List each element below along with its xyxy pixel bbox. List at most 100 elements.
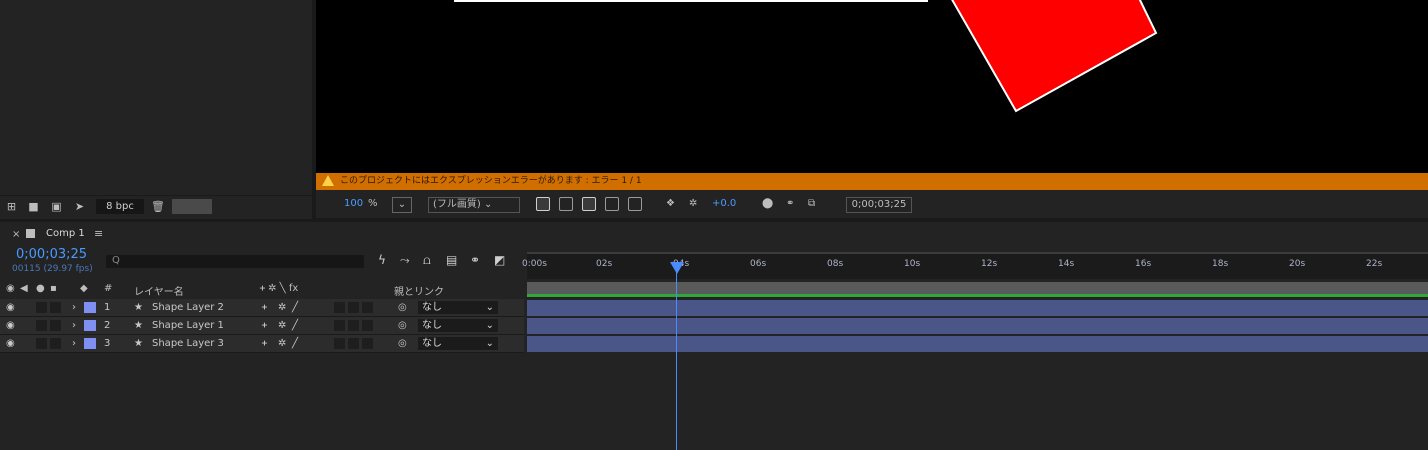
mask-visibility-icon[interactable] bbox=[582, 197, 596, 211]
comp-tab[interactable]: × Comp 1 ≡ bbox=[0, 222, 130, 244]
motion-blur-icon[interactable]: ▤ bbox=[446, 253, 457, 267]
fast-preview-icon[interactable] bbox=[536, 197, 550, 211]
quality-switch-icon[interactable]: ╱ bbox=[292, 301, 298, 314]
interpret-footage-icon[interactable]: ⊞ bbox=[5, 201, 18, 212]
col-parent[interactable]: 親とリンク bbox=[394, 283, 444, 298]
playhead-line[interactable] bbox=[676, 262, 677, 450]
lock-box[interactable] bbox=[50, 302, 61, 313]
snapshot-camera-icon[interactable]: ⬤ bbox=[762, 196, 773, 212]
label-color[interactable] bbox=[84, 338, 96, 349]
lock-icon[interactable]: ▪ bbox=[50, 283, 57, 294]
switch-box[interactable] bbox=[362, 320, 373, 331]
resolution-dropdown[interactable]: (フル画質) ⌄ bbox=[428, 197, 520, 213]
switch-box[interactable] bbox=[348, 338, 359, 349]
layer-duration-bar[interactable] bbox=[527, 336, 1428, 352]
trash-icon[interactable]: 🗑 bbox=[151, 201, 165, 212]
close-icon[interactable]: × bbox=[12, 229, 20, 240]
color-swatch[interactable] bbox=[172, 199, 212, 214]
new-comp-icon[interactable]: ▣ bbox=[50, 201, 63, 212]
expression-error-bar[interactable]: このプロジェクトにはエクスプレッションエラーがあります : エラー 1 / 1 bbox=[316, 173, 1428, 190]
zoom-value[interactable]: 100 bbox=[344, 196, 363, 212]
parent-dropdown[interactable]: なし ⌄ bbox=[418, 319, 498, 332]
zoom-dropdown-chevron-icon[interactable]: ⌄ bbox=[392, 197, 412, 213]
layer-name[interactable]: Shape Layer 2 bbox=[152, 301, 224, 314]
grid-guides-icon[interactable] bbox=[628, 197, 642, 211]
switch-box[interactable] bbox=[334, 338, 345, 349]
label-color[interactable] bbox=[84, 320, 96, 331]
color-management-icon[interactable]: ✲ bbox=[689, 196, 697, 212]
project-panel bbox=[0, 0, 312, 218]
col-layer-name[interactable]: レイヤー名 bbox=[134, 283, 184, 298]
3d-view-icon[interactable]: ⧉ bbox=[808, 196, 815, 212]
layer-duration-bar[interactable] bbox=[527, 318, 1428, 334]
viewer-timecode[interactable]: 0;00;03;25 bbox=[846, 197, 912, 213]
layer-name[interactable]: Shape Layer 3 bbox=[152, 337, 224, 350]
switch-box[interactable] bbox=[362, 302, 373, 313]
exposure-value[interactable]: +0.0 bbox=[712, 196, 736, 212]
visibility-eye-icon[interactable]: ◉ bbox=[6, 301, 15, 314]
switch-box[interactable] bbox=[362, 338, 373, 349]
visibility-eye-icon[interactable]: ◉ bbox=[6, 319, 15, 332]
quality-switch-icon[interactable]: ╱ bbox=[292, 337, 298, 350]
search-icon: Q bbox=[112, 255, 120, 266]
shy-switch-icon[interactable]: ᚐ bbox=[262, 319, 267, 332]
hide-shy-icon[interactable]: ⤳ bbox=[400, 253, 410, 268]
solo-box[interactable] bbox=[36, 302, 47, 313]
shape-star-icon: ★ bbox=[134, 320, 143, 331]
table-row[interactable]: ◉ › 3 ★ Shape Layer 3 ᚐ ✲ ╱ ◎ なし ⌄ bbox=[0, 335, 524, 353]
transparency-grid-icon[interactable] bbox=[559, 197, 573, 211]
audio-icon[interactable]: ◀ bbox=[20, 283, 28, 294]
pickwhip-icon[interactable]: ◎ bbox=[398, 319, 407, 332]
table-row[interactable]: ◉ › 1 ★ Shape Layer 2 ᚐ ✲ ╱ ◎ なし ⌄ bbox=[0, 299, 524, 317]
ruler-tick: 08s bbox=[827, 259, 844, 269]
collapse-switch-icon[interactable]: ✲ bbox=[278, 301, 286, 314]
region-of-interest-icon[interactable] bbox=[605, 197, 619, 211]
channels-icon[interactable]: ❖ bbox=[666, 196, 675, 212]
comp-flowchart-icon[interactable]: ◩ bbox=[494, 253, 505, 267]
lock-box[interactable] bbox=[50, 320, 61, 331]
solo-icon[interactable]: ● bbox=[36, 283, 45, 294]
show-snapshot-icon[interactable]: ⚭ bbox=[786, 196, 794, 212]
expand-chevron-icon[interactable]: › bbox=[72, 337, 76, 350]
collapse-switch-icon[interactable]: ✲ bbox=[278, 337, 286, 350]
label-tag-icon[interactable]: ◆ bbox=[80, 283, 88, 294]
switch-box[interactable] bbox=[334, 320, 345, 331]
bpc-button[interactable]: 8 bpc bbox=[96, 199, 144, 214]
layer-name[interactable]: Shape Layer 1 bbox=[152, 319, 224, 332]
solo-box[interactable] bbox=[36, 338, 47, 349]
quality-switch-icon[interactable]: ╱ bbox=[292, 319, 298, 332]
folder-icon[interactable]: ■ bbox=[27, 201, 40, 212]
current-time[interactable]: 0;00;03;25 bbox=[16, 248, 87, 262]
frame-blending-icon[interactable]: ⩍ bbox=[423, 253, 431, 268]
pickwhip-icon[interactable]: ◎ bbox=[398, 301, 407, 314]
switch-box[interactable] bbox=[334, 302, 345, 313]
red-shape[interactable] bbox=[950, 0, 1158, 113]
flowchart-icon[interactable]: ➤ bbox=[73, 201, 86, 212]
shy-switch-icon[interactable]: ᚐ bbox=[262, 337, 267, 350]
eye-icon[interactable]: ◉ bbox=[6, 283, 15, 294]
collapse-switch-icon[interactable]: ✲ bbox=[278, 319, 286, 332]
shy-switch-icon[interactable]: ᚐ bbox=[262, 301, 267, 314]
pickwhip-icon[interactable]: ◎ bbox=[398, 337, 407, 350]
label-color[interactable] bbox=[84, 302, 96, 313]
draft-3d-icon[interactable]: ϟ bbox=[378, 253, 386, 267]
panel-menu-icon[interactable]: ≡ bbox=[94, 227, 103, 240]
graph-editor-icon[interactable]: ⚭ bbox=[470, 253, 480, 267]
table-row[interactable]: ◉ › 2 ★ Shape Layer 1 ᚐ ✲ ╱ ◎ なし ⌄ bbox=[0, 317, 524, 335]
parent-dropdown[interactable]: なし ⌄ bbox=[418, 301, 498, 314]
expand-chevron-icon[interactable]: › bbox=[72, 301, 76, 314]
parent-dropdown[interactable]: なし ⌄ bbox=[418, 337, 498, 350]
parent-value: なし bbox=[422, 302, 442, 313]
layer-duration-bar[interactable] bbox=[527, 300, 1428, 316]
switch-box[interactable] bbox=[348, 302, 359, 313]
expand-chevron-icon[interactable]: › bbox=[72, 319, 76, 332]
lock-box[interactable] bbox=[50, 338, 61, 349]
solo-box[interactable] bbox=[36, 320, 47, 331]
visibility-eye-icon[interactable]: ◉ bbox=[6, 337, 15, 350]
switch-box[interactable] bbox=[348, 320, 359, 331]
playhead-handle[interactable] bbox=[670, 262, 684, 274]
layer-list: ◉ › 1 ★ Shape Layer 2 ᚐ ✲ ╱ ◎ なし ⌄ ◉ › 2… bbox=[0, 299, 524, 353]
column-headers: ◉ ◀ ● ▪ ◆ # レイヤー名 ᚐ ✲ ╲ fx 親とリンク bbox=[0, 282, 524, 298]
composition-viewer[interactable] bbox=[316, 0, 1428, 173]
search-input[interactable]: Q bbox=[106, 255, 364, 268]
